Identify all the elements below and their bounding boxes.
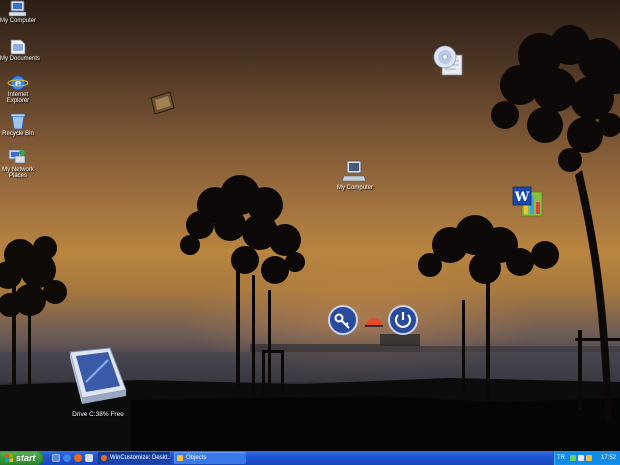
- hard-drive-icon: [69, 347, 127, 404]
- desktop-icon-label: My Network Places: [2, 167, 34, 179]
- system-tray: TR 17:52: [553, 451, 620, 465]
- desktop-icon-internet-explorer[interactable]: e Internet Explorer: [0, 74, 36, 106]
- firefox-icon: [101, 455, 107, 461]
- drive-free-label: Drive C:38% Free: [72, 411, 124, 418]
- computer-icon: [341, 160, 367, 182]
- folder-icon: [177, 455, 183, 461]
- key-button-icon[interactable]: [327, 304, 359, 336]
- recycle-bin-icon: [10, 113, 26, 130]
- my-computer-icon: [8, 0, 27, 17]
- show-desktop-icon[interactable]: [52, 454, 60, 462]
- task-label: Objects: [186, 455, 207, 461]
- internet-explorer-icon: e: [7, 75, 29, 91]
- desktop-icon-recycle-bin[interactable]: Recycle Bin: [0, 112, 36, 138]
- clock[interactable]: 17:52: [601, 451, 616, 465]
- start-button[interactable]: start: [0, 451, 44, 465]
- taskbar: start WinCustomize: Deskt... Objects TR …: [0, 451, 620, 465]
- svg-text:W: W: [514, 190, 530, 205]
- cd-drive-icon[interactable]: [432, 45, 466, 77]
- my-documents-icon: [10, 39, 26, 55]
- desktop-icon-my-computer[interactable]: My Computer: [0, 0, 36, 26]
- tray-app-icon[interactable]: [586, 455, 592, 461]
- tray-network-icon[interactable]: [570, 455, 576, 461]
- tray-volume-icon[interactable]: [578, 455, 584, 461]
- desktop-icon-label: Recycle Bin: [2, 131, 34, 137]
- drive-space-widget[interactable]: Drive C:38% Free: [64, 346, 132, 422]
- picture-frame-icon[interactable]: [148, 90, 176, 116]
- word-icon[interactable]: W: [512, 186, 544, 218]
- desktop-icon-label: My Documents: [0, 56, 41, 62]
- task-label: WinCustomize: Deskt...: [110, 455, 170, 461]
- media-quicklaunch-icon[interactable]: [85, 454, 93, 462]
- task-button-objects[interactable]: Objects: [174, 452, 246, 464]
- desktop-icon-label: My Computer: [336, 185, 373, 191]
- language-indicator[interactable]: TR: [557, 451, 565, 465]
- power-button-icon[interactable]: [387, 304, 419, 336]
- sun-icon: [365, 318, 383, 327]
- firefox-quicklaunch-icon[interactable]: [74, 454, 82, 462]
- desktop-icon-my-computer-center[interactable]: My Computer: [335, 158, 375, 194]
- desktop-icon-label: Internet Explorer: [6, 92, 30, 104]
- ie-quicklaunch-icon[interactable]: [63, 454, 71, 462]
- windows-flag-icon: [5, 454, 13, 462]
- start-label: start: [16, 453, 36, 463]
- network-places-icon: [8, 149, 26, 164]
- desktop-icon-label: My Computer: [0, 18, 37, 24]
- desktop-icon-my-documents[interactable]: My Documents: [0, 38, 41, 64]
- task-button-wincustomize[interactable]: WinCustomize: Deskt...: [98, 452, 170, 464]
- desktop[interactable]: My Computer My Documents e Internet Expl…: [0, 0, 620, 451]
- desktop-icon-my-network-places[interactable]: My Network Places: [0, 148, 36, 182]
